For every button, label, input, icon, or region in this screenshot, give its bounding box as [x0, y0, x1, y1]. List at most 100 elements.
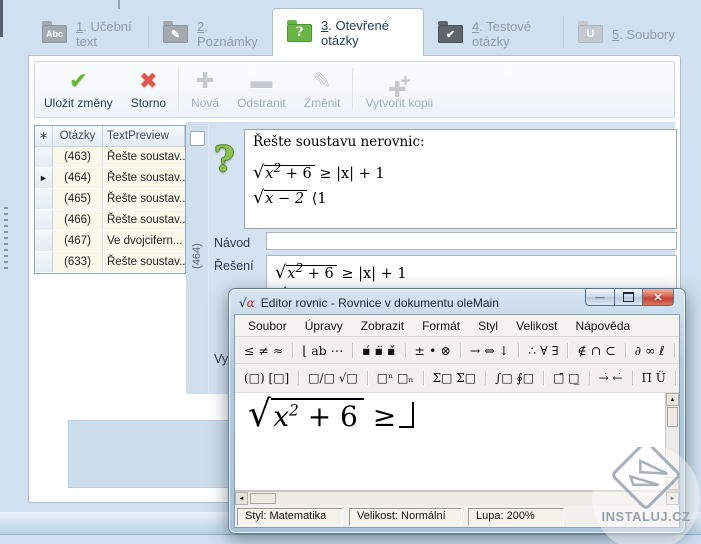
row-selector[interactable]: [35, 252, 53, 272]
edit-question-button[interactable]: ✎ Změnit: [295, 62, 350, 117]
palette-set-theory-symbols[interactable]: ∉ ∩ ⊂: [568, 342, 626, 358]
palette-summation-templates[interactable]: Σ□ Σ□: [424, 371, 487, 385]
tab-otevrene-otazky[interactable]: ? 3. Otevřené otázky: [272, 8, 424, 56]
toolbar-separator: [352, 68, 354, 111]
background-edge-line: [118, 0, 120, 9]
table-row[interactable]: (467) Ve dvojcifern...: [35, 231, 185, 252]
table-row[interactable]: (465) Řešte soustav...: [35, 189, 185, 210]
paperclip-folder-icon: U: [578, 21, 603, 43]
partially-hidden-label: Vy: [214, 352, 229, 366]
palette-bar-templates[interactable]: □̄ □̲: [544, 371, 590, 385]
status-zoom[interactable]: Lupa: 200%: [468, 508, 564, 526]
toolbar-separator: [178, 68, 180, 111]
palette-operator-symbols[interactable]: ± • ⊗: [406, 342, 461, 358]
x-icon: ✖: [139, 68, 158, 93]
palette-product-set-templates[interactable]: Π̈ Ü: [633, 371, 676, 385]
palette-fence-templates[interactable]: (□) [□]: [235, 371, 300, 385]
delete-question-button[interactable]: ▬ Odstranit: [228, 62, 295, 117]
question-preview-cell: Řešte soustav...: [103, 147, 185, 167]
window-title: Editor rovnic - Rovnice v dokumentu oleM…: [260, 296, 499, 310]
editor-equation: √x2 + 6 ≥: [248, 395, 415, 433]
pencil-icon: ✎: [312, 68, 332, 93]
questions-table: ∗ Otázky TextPreview (463) Řešte soustav…: [34, 125, 186, 274]
question-id-cell: (465): [53, 189, 103, 209]
close-button[interactable]: ✕: [643, 288, 674, 306]
question-id-cell: (463): [53, 147, 103, 167]
menu-styl[interactable]: Styl: [469, 317, 507, 335]
tab-testove-otazky[interactable]: ✔ 4. Testové otázky: [424, 12, 564, 56]
table-row-current[interactable]: ► (464) Řešte soustav...: [35, 168, 185, 189]
maximize-button[interactable]: [614, 288, 643, 306]
row-selector-header[interactable]: ∗: [35, 126, 53, 146]
scroll-up-icon[interactable]: ▲: [666, 393, 679, 406]
question-text-box[interactable]: Řešte soustavu nerovnic: √x2 + 6 ≥ |x| +…: [244, 129, 677, 229]
status-size[interactable]: Velikost: Normální: [349, 508, 462, 526]
row-selector[interactable]: [35, 189, 53, 209]
palette-fraction-radical-templates[interactable]: □∕□ √□: [299, 371, 368, 385]
equation-editor-titlebar[interactable]: √α Editor rovnic - Rovnice v dokumentu o…: [239, 293, 570, 313]
question-folder-icon: ?: [287, 19, 312, 42]
menu-upravy[interactable]: Úpravy: [296, 317, 352, 335]
copy-plus-icon: ✚✚: [387, 74, 411, 102]
minimize-button[interactable]: —: [585, 288, 614, 306]
check-icon: ✔: [69, 68, 88, 93]
radical-sign: √: [253, 187, 265, 208]
palette-labeled-arrow-templates[interactable]: →̇ ←̇: [590, 371, 633, 385]
splitter-grip[interactable]: [4, 207, 8, 273]
tab-label: 1. Učební text: [76, 19, 132, 49]
question-equation-2: √x − 2 ⟨1: [253, 187, 327, 208]
edit-label: Změnit: [303, 96, 341, 110]
status-style[interactable]: Styl: Matematika: [237, 508, 343, 526]
symbol-palette-row: ≤ ≠ ≈ ⌊ ab ⋯ ▪́ ▪̈ ▪̌ ± • ⊗ → ⇔ ↓ ∴ ∀ ∃ …: [235, 337, 679, 364]
palette-greek-lowercase[interactable]: λ ω θ: [675, 343, 679, 358]
menu-format[interactable]: Formát: [413, 317, 469, 335]
table-row[interactable]: (633) Řešte soustav...: [35, 252, 185, 273]
question-id-cell: (467): [53, 231, 103, 251]
row-selector[interactable]: [35, 147, 53, 167]
palette-subscript-superscript-templates[interactable]: □ⁿ □ₙ: [368, 371, 424, 385]
palette-matrix-templates[interactable]: ▫▫▫ ▦: [676, 371, 679, 385]
menu-soubor[interactable]: Soubor: [239, 317, 296, 335]
navod-label: Návod: [214, 236, 251, 250]
column-header-textpreview[interactable]: TextPreview: [103, 126, 185, 146]
question-toolbar: ✔ Uložit změny ✖ Storno ✚ Nová ▬ Odstran…: [34, 61, 675, 118]
palette-embellishments[interactable]: ▪́ ▪̈ ▪̌: [353, 342, 406, 358]
palette-logical-symbols[interactable]: ∴ ∀ ∃: [519, 342, 569, 358]
column-header-otazky[interactable]: Otázky: [53, 126, 103, 146]
tab-ucebni-text[interactable]: Abc 1. Učební text: [28, 12, 148, 56]
menu-velikost[interactable]: Velikost: [507, 317, 566, 335]
table-row[interactable]: (466) Řešte soustav...: [35, 210, 185, 231]
table-row[interactable]: (463) Řešte soustav...: [35, 147, 185, 168]
menu-napoveda[interactable]: Nápověda: [566, 317, 639, 335]
cancel-button[interactable]: ✖ Storno: [122, 62, 175, 117]
save-changes-button[interactable]: ✔ Uložit změny: [35, 62, 122, 117]
record-checkbox[interactable]: [190, 131, 205, 146]
new-question-button[interactable]: ✚ Nová: [182, 62, 228, 117]
menu-zobrazit[interactable]: Zobrazit: [352, 317, 413, 335]
palette-misc-symbols[interactable]: ∂ ∞ ℓ: [626, 342, 675, 358]
row-selector[interactable]: [35, 231, 53, 251]
check-folder-glyph: ✔: [445, 28, 456, 41]
insertion-cursor: [399, 402, 415, 428]
question-preview-cell: Řešte soustav...: [103, 210, 185, 230]
horizontal-scroll-thumb[interactable]: [250, 493, 276, 504]
palette-arrow-symbols[interactable]: → ⇔ ↓: [461, 342, 520, 358]
question-preview-cell: Řešte soustav...: [103, 189, 185, 209]
palette-relational-symbols[interactable]: ≤ ≠ ≈: [235, 342, 294, 358]
vertical-scroll-thumb[interactable]: [667, 407, 678, 427]
question-mark-icon: ?: [214, 139, 235, 180]
tab-poznamky[interactable]: ✎ 2. Poznámky: [149, 12, 271, 56]
current-row-arrow-icon[interactable]: ►: [35, 168, 53, 188]
question-preview-cell: Řešte soustav...: [103, 168, 185, 188]
scroll-left-icon[interactable]: ◄: [235, 492, 248, 505]
tab-soubory[interactable]: U 5. Soubory: [564, 12, 681, 56]
palette-integral-templates[interactable]: ∫□ ∮□: [486, 371, 545, 385]
create-copy-button[interactable]: ✚✚ Vytvořit kopii: [356, 62, 442, 117]
create-copy-label: Vytvořit kopii: [365, 96, 434, 110]
navod-input[interactable]: [266, 232, 677, 250]
row-selector[interactable]: [35, 210, 53, 230]
notes-folder-icon: ✎: [163, 21, 188, 43]
reseni-label: Řešení: [214, 259, 254, 273]
palette-spaces-ellipses[interactable]: ⌊ ab ⋯: [293, 342, 354, 358]
notes-folder-glyph: ✎: [170, 28, 181, 41]
